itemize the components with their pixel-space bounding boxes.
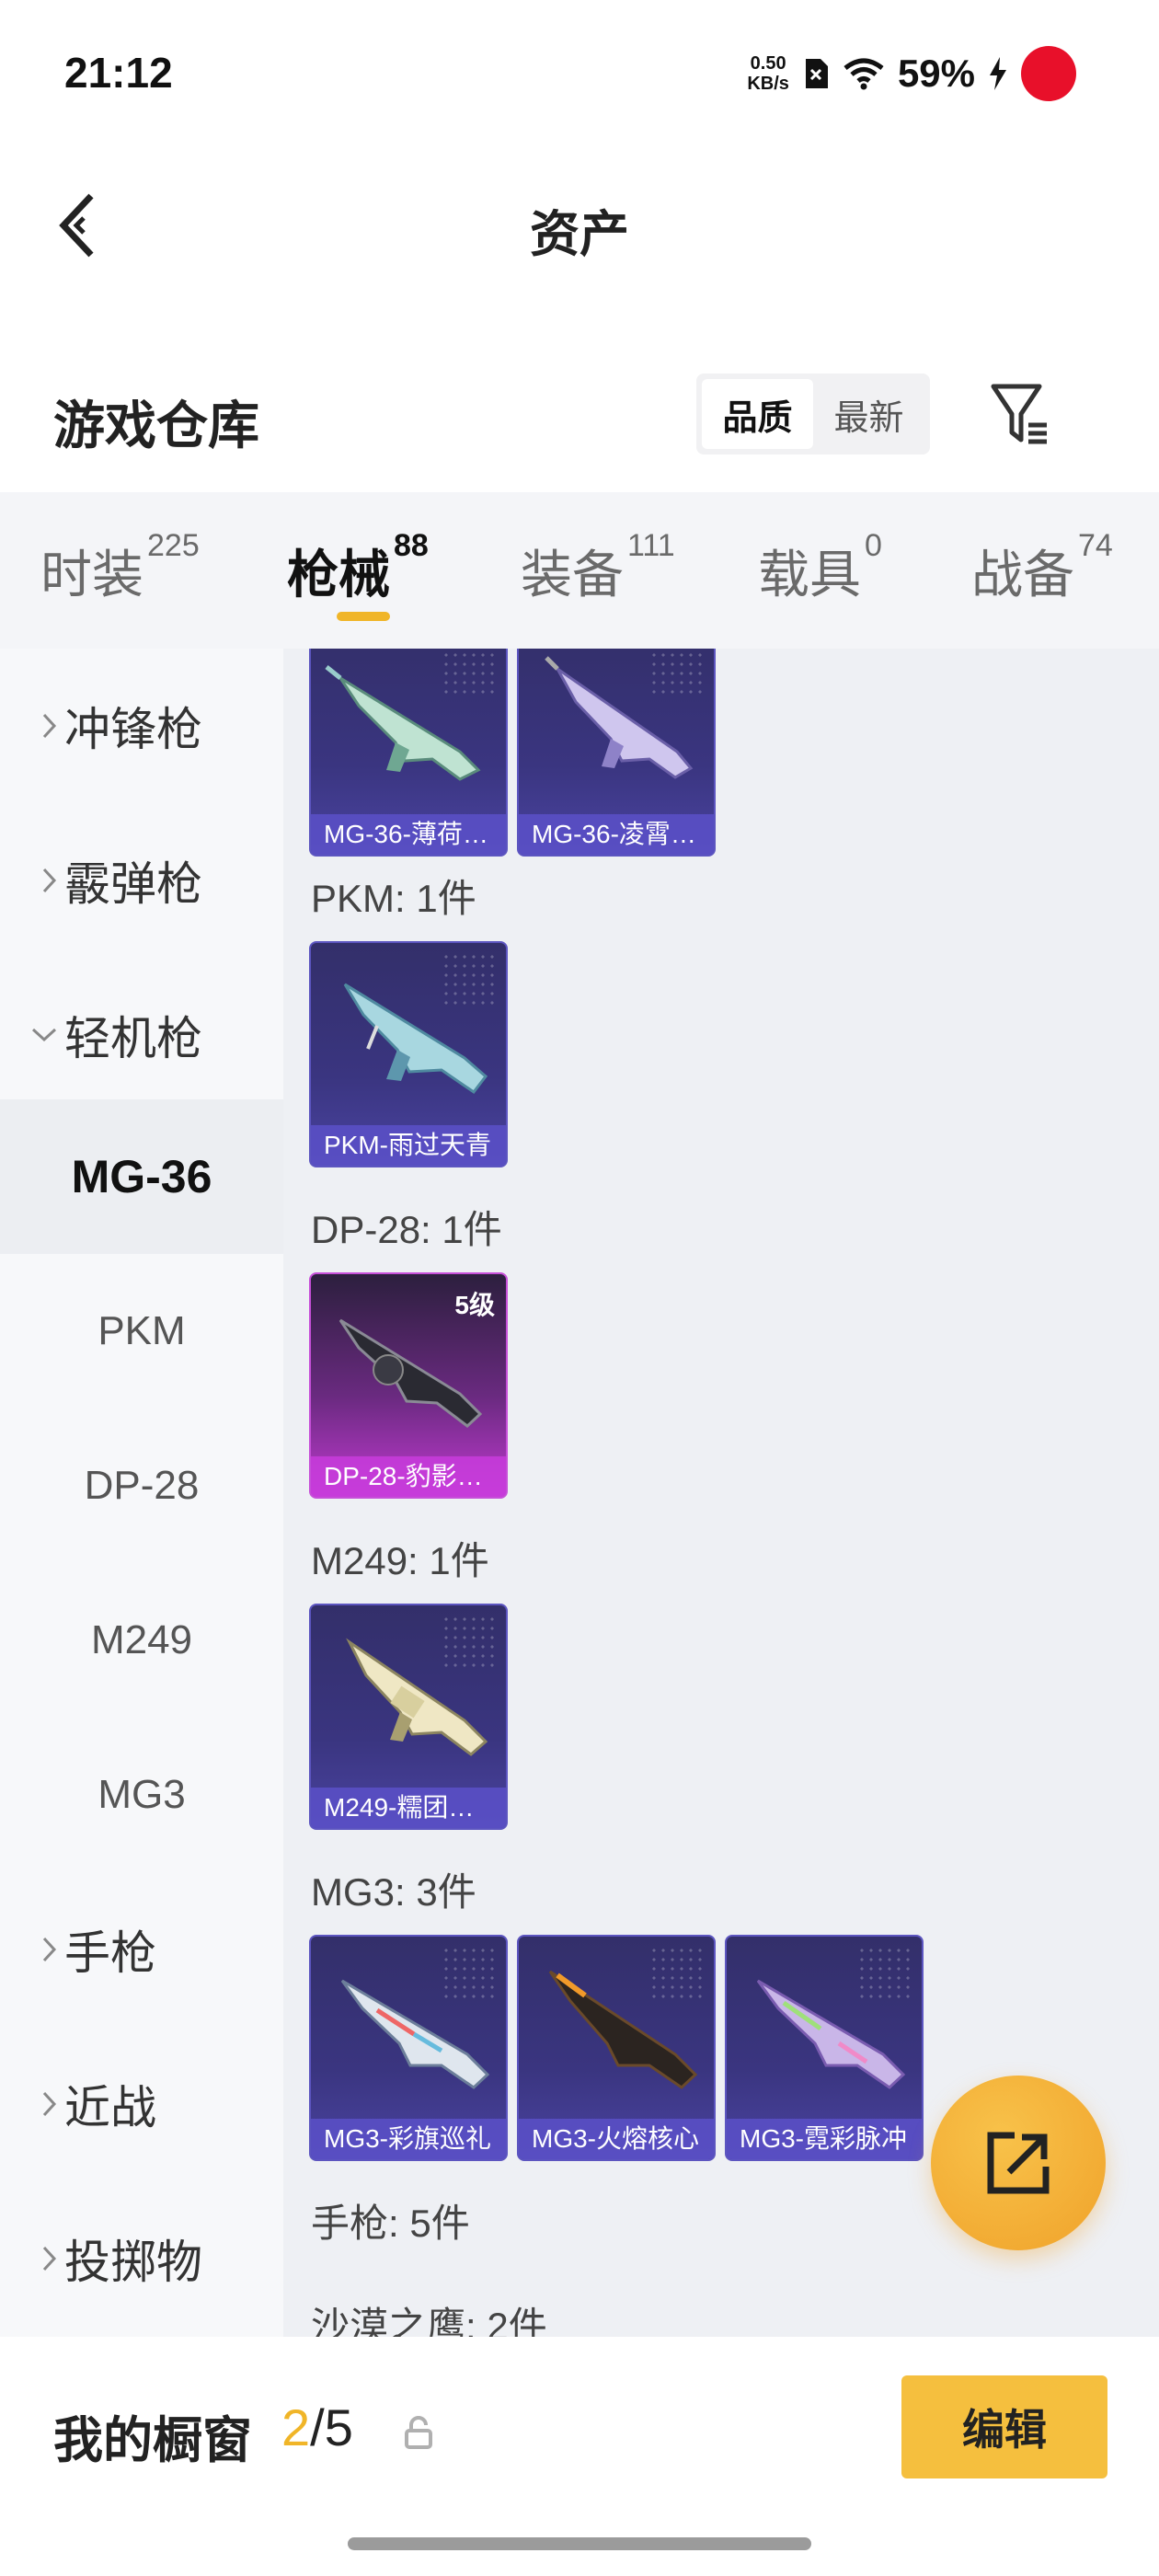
weapon-category-sidebar: 冲锋枪 霰弹枪 轻机枪 MG-36 PKM DP-28 M249 MG3 手枪 … [0,649,283,2337]
rifle-lilac-icon [545,656,694,779]
tab-supplies[interactable]: 战备 74 [971,528,1113,608]
showcase-title: 我的橱窗 [53,2413,252,2468]
sidebar-subitem-pkm[interactable]: PKM [0,1254,283,1409]
weapon-card[interactable]: MG-36-凌霄… [517,649,716,857]
group-label-desert-eagle: 沙漠之鹰: 2件 [311,2305,547,2337]
chevron-right-icon [42,868,57,893]
charging-icon [990,57,1006,90]
wifi-icon [843,58,884,90]
sim-off-icon [805,59,828,88]
weapon-card[interactable]: M249-糯团… [309,1604,508,1830]
rifle-cream-icon [346,1638,488,1756]
sidebar-subitem-mg3[interactable]: MG3 [0,1718,283,1872]
share-icon [987,2132,1050,2194]
weapon-card[interactable]: MG3-彩旗巡礼 [309,1935,508,2161]
active-tab-indicator [337,612,390,621]
chevron-right-icon [42,713,57,739]
chevron-right-icon [42,1937,57,1962]
category-tabs: 时装 225 枪械 88 装备 111 载具 0 战备 74 [0,492,1159,649]
page-title: 资产 [530,207,629,262]
weapon-card[interactable]: MG3-火熔核心 [517,1935,716,2161]
section-header: 游戏仓库 品质 最新 [0,350,1159,488]
group-label-pkm: PKM: 1件 [311,877,476,920]
rifle-neon-icon [756,1979,906,2089]
sidebar-item-lmg[interactable]: 轻机枪 [0,958,283,1112]
tab-firearms[interactable]: 枪械 88 [287,528,429,608]
weapon-card[interactable]: PKM-雨过天青 [309,941,508,1167]
lock-icon [405,2416,432,2449]
weapon-card[interactable]: MG-36-薄荷… [309,649,508,857]
chevron-right-icon [42,2091,57,2117]
group-label-mg3: MG3: 3件 [311,1870,476,1914]
filter-icon [991,384,1047,444]
network-speed: 0.50 KB/s [747,53,789,94]
rifle-blue-icon [343,983,488,1095]
sidebar-subitem-dp28[interactable]: DP-28 [0,1409,283,1563]
chevron-right-icon [42,2246,57,2271]
nav-bar: 资产 [0,147,1159,304]
showcase-count: 2/5 [281,2398,353,2456]
tab-equipment[interactable]: 装备 111 [521,528,675,608]
rifle-molten-icon [548,1970,698,2089]
rifle-dark-icon [339,1318,483,1428]
sort-quality-button[interactable]: 品质 [702,379,813,449]
screen-record-icon [1021,46,1098,101]
tab-fashion[interactable]: 时装 225 [40,528,200,608]
group-label-dp28: DP-28: 1件 [311,1208,502,1251]
status-bar: 21:12 0.50 KB/s 59% [0,0,1159,147]
share-button[interactable] [931,2076,1106,2250]
rifle-festive-icon [340,1979,490,2089]
sidebar-subitem-mg36[interactable]: MG-36 [0,1099,283,1254]
chevron-down-icon [31,1028,57,1042]
sidebar-item-pistol[interactable]: 手枪 [0,1872,283,2027]
sidebar-item-smg[interactable]: 冲锋枪 [0,649,283,803]
section-title: 游戏仓库 [53,397,259,454]
group-label-pistol: 手枪: 5件 [311,2202,470,2245]
showcase-bar: 我的橱窗 2/5 编辑 [0,2337,1159,2576]
sidebar-item-shotgun[interactable]: 霰弹枪 [0,803,283,958]
sidebar-subitem-m249[interactable]: M249 [0,1563,283,1718]
sort-newest-button[interactable]: 最新 [813,379,924,449]
status-icons: 0.50 KB/s 59% [747,46,1098,101]
battery-percent: 59% [897,52,975,95]
weapon-card[interactable]: 5级 DP-28-豹影… [309,1272,508,1499]
filter-button[interactable] [982,377,1056,451]
sidebar-item-throwable[interactable]: 投掷物 [0,2181,283,2336]
home-indicator[interactable] [348,2537,811,2550]
tab-vehicles[interactable]: 载具 0 [758,528,882,608]
group-label-m249: M249: 1件 [311,1539,489,1582]
weapon-card[interactable]: MG3-霓彩脉冲 [725,1935,924,2161]
sidebar-item-melee[interactable]: 近战 [0,2027,283,2181]
status-time: 21:12 [64,49,173,97]
sort-toggle: 品质 最新 [696,374,930,454]
edit-button[interactable]: 编辑 [901,2375,1107,2478]
rifle-mint-icon [325,665,481,781]
